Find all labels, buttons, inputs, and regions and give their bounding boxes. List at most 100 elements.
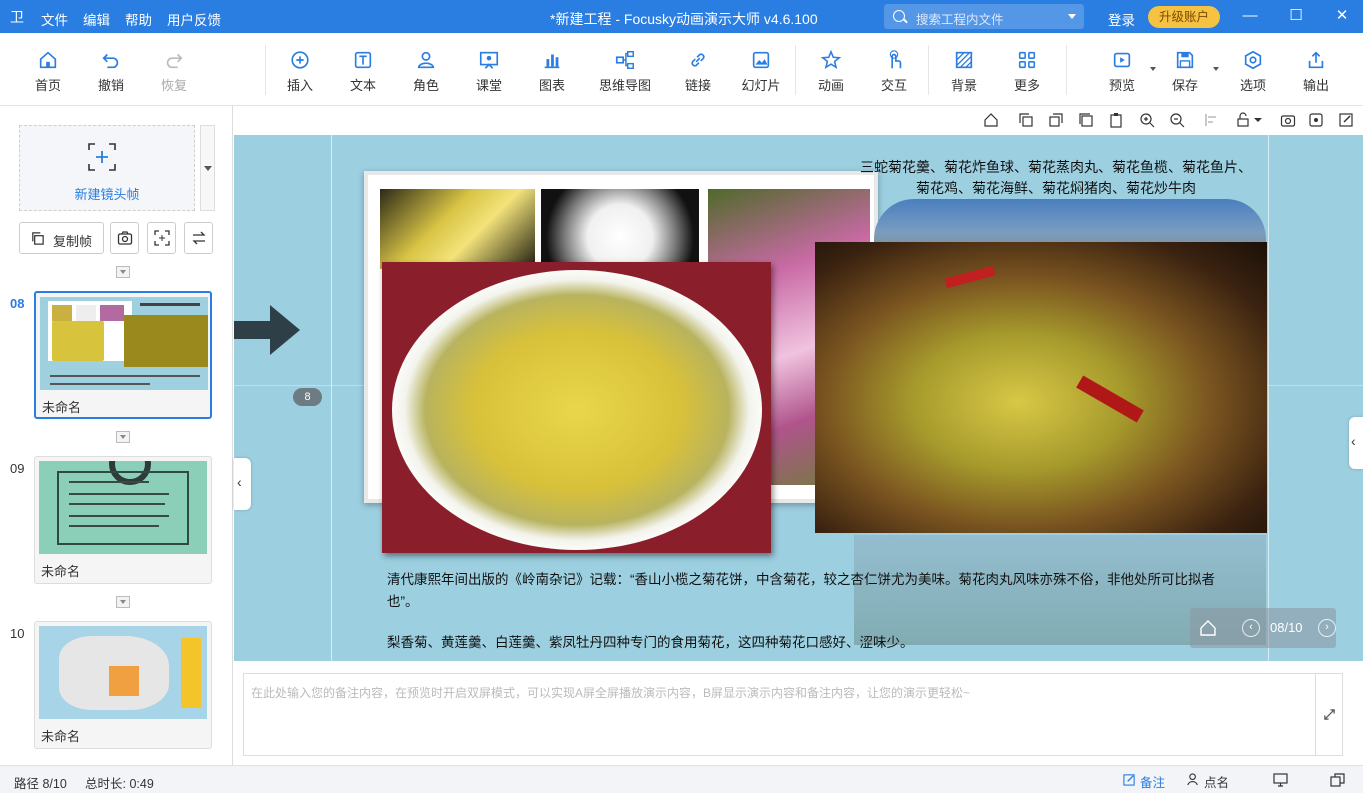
login-link[interactable]: 登录	[1108, 9, 1135, 29]
menu-file[interactable]: 文件	[41, 9, 68, 29]
slide-button[interactable]: 幻灯片	[731, 49, 791, 94]
link-icon	[691, 53, 705, 67]
expand-notes-button[interactable]	[1316, 673, 1343, 756]
collapse-sidebar-button[interactable]: ‹	[234, 458, 251, 510]
record-icon[interactable]	[1308, 112, 1324, 128]
paste-icon[interactable]	[1108, 112, 1124, 128]
transition-icon[interactable]	[116, 431, 130, 443]
character-button[interactable]: 角色	[396, 49, 456, 94]
lock-dropdown-icon[interactable]	[1253, 112, 1263, 128]
chrysanthemum-salad-image[interactable]	[382, 262, 771, 553]
animation-icon	[820, 49, 842, 70]
chrysanthemum-fish-dish-image[interactable]	[815, 242, 1267, 533]
more-button[interactable]: 更多	[997, 49, 1057, 94]
menu-help[interactable]: 帮助	[125, 9, 152, 29]
slide-paragraph-1[interactable]: 清代康熙年间出版的《岭南杂记》记载：“香山小榄之菊花饼，中含菊花，较之杏仁饼尤为…	[387, 569, 1257, 613]
arrow-right-shape[interactable]	[234, 305, 300, 355]
transition-icon[interactable]	[116, 266, 130, 278]
window-title: *新建工程 - Focusky动画演示大师 v4.6.100	[550, 11, 818, 27]
export-button[interactable]: 输出	[1286, 49, 1346, 94]
save-button[interactable]: 保存	[1155, 49, 1219, 94]
redo-button[interactable]: 恢复	[144, 49, 204, 94]
prev-page-icon[interactable]: ‹	[1242, 619, 1260, 637]
animation-button[interactable]: 动画	[801, 49, 861, 94]
page-navigator: ‹ 08/10 ›	[1190, 608, 1336, 648]
screen-icon[interactable]	[1273, 773, 1288, 787]
text-button[interactable]: 文本	[333, 49, 393, 94]
add-frame-icon	[88, 143, 116, 171]
export-icon	[1308, 51, 1324, 69]
redo-icon	[166, 53, 183, 69]
edit-icon[interactable]	[1338, 112, 1354, 128]
window-mode-icon[interactable]	[1330, 773, 1345, 787]
background-button[interactable]: 背景	[934, 49, 994, 94]
new-frame-dropdown[interactable]	[200, 125, 215, 211]
save-icon	[1176, 51, 1194, 69]
zoom-out-icon[interactable]	[1169, 112, 1185, 128]
slide-thumbnail-09[interactable]: 未命名	[34, 456, 212, 584]
link-button[interactable]: 链接	[668, 49, 728, 94]
save-dropdown-icon[interactable]	[1213, 67, 1219, 71]
copy-icon[interactable]	[1078, 112, 1094, 128]
options-button[interactable]: 选项	[1223, 49, 1283, 94]
snapshot-button[interactable]	[110, 222, 139, 254]
lock-icon[interactable]	[1235, 112, 1251, 128]
notes-placeholder: 在此处输入您的备注内容，在预览时开启双屏模式，可以实现A屏全屏播放演示内容，B屏…	[251, 686, 971, 700]
chart-button[interactable]: 图表	[522, 49, 582, 94]
yellow-chrysanthemum-image[interactable]	[380, 189, 535, 269]
zoom-in-icon[interactable]	[1139, 112, 1155, 128]
new-frame-button[interactable]: 新建镜头帧	[19, 125, 195, 211]
layer-up-icon[interactable]	[1018, 112, 1034, 128]
canvas-area: 8 三蛇菊花羹、菊花炸鱼球、菊花蒸肉丸、菊花鱼榄、菊花鱼片、 菊花鸡、菊花海鲜、…	[234, 106, 1363, 661]
interaction-button[interactable]: 交互	[864, 49, 924, 94]
layer-down-icon[interactable]	[1048, 112, 1064, 128]
search-box[interactable]: 搜索工程内文件	[884, 4, 1084, 29]
upgrade-button[interactable]: 升级账户	[1148, 6, 1220, 28]
slide-thumbnail-10[interactable]: 未命名	[34, 621, 212, 749]
preview-button[interactable]: 预览	[1092, 49, 1156, 94]
chevron-down-icon[interactable]	[1068, 14, 1076, 19]
fit-frame-button[interactable]	[147, 222, 176, 254]
notes-input[interactable]: 在此处输入您的备注内容，在预览时开启双屏模式，可以实现A屏全屏播放演示内容，B屏…	[243, 673, 1316, 756]
home-icon	[39, 51, 57, 69]
copy-frame-button[interactable]: 复制帧	[19, 222, 104, 254]
home-view-icon[interactable]	[983, 112, 999, 128]
slide-heading[interactable]: 三蛇菊花羹、菊花炸鱼球、菊花蒸肉丸、菊花鱼榄、菊花鱼片、 菊花鸡、菊花海鲜、菊花…	[846, 157, 1266, 199]
more-icon	[1018, 51, 1036, 69]
home-icon[interactable]	[1198, 618, 1218, 638]
screenshot-icon[interactable]	[1280, 112, 1296, 128]
menu-edit[interactable]: 编辑	[83, 9, 110, 29]
transition-icon[interactable]	[116, 596, 130, 608]
frame-number-badge[interactable]: 8	[293, 388, 322, 406]
slide-stage[interactable]: 8 三蛇菊花羹、菊花炸鱼球、菊花蒸肉丸、菊花鱼榄、菊花鱼片、 菊花鸡、菊花海鲜、…	[234, 135, 1363, 661]
interaction-icon	[889, 50, 902, 69]
slide-paragraph-2[interactable]: 梨香菊、黄莲羹、白莲羹、紫凤牡丹四种专门的食用菊花，这四种菊花口感好、涩味少。	[387, 631, 1257, 651]
guide-line	[1268, 135, 1269, 661]
menu-feedback[interactable]: 用户反馈	[167, 9, 221, 29]
status-bar: 路径 8/10 总时长: 0:49 备注 点名	[0, 765, 1363, 793]
search-placeholder: 搜索工程内文件	[916, 13, 1004, 27]
insert-icon	[291, 51, 309, 69]
mindmap-button[interactable]: 思维导图	[595, 49, 655, 94]
main-menu: 文件 编辑 帮助 用户反馈	[41, 9, 221, 29]
rollcall-label: 点名	[1204, 776, 1230, 790]
slide-preview	[39, 461, 207, 554]
insert-button[interactable]: 插入	[270, 49, 330, 94]
home-button[interactable]: 首页	[18, 49, 78, 94]
notes-label: 备注	[1140, 776, 1166, 790]
frame-sidebar: 新建镜头帧 复制帧 08 未命名 09 未命名 10 未命名	[0, 106, 233, 765]
minimize-icon[interactable]: —	[1240, 6, 1260, 26]
classroom-button[interactable]: 课堂	[459, 49, 519, 94]
align-icon[interactable]	[1204, 112, 1220, 128]
slide-icon	[752, 51, 770, 69]
next-page-icon[interactable]: ›	[1318, 619, 1336, 637]
slide-thumbnail-08[interactable]: 未命名	[34, 291, 212, 419]
maximize-icon[interactable]: ☐	[1286, 6, 1306, 26]
expand-right-panel-button[interactable]: ‹	[1349, 417, 1363, 469]
undo-button[interactable]: 撤销	[81, 49, 141, 94]
swap-frame-button[interactable]	[184, 222, 213, 254]
white-chrysanthemum-image[interactable]	[541, 189, 699, 269]
fit-icon	[154, 230, 170, 246]
options-icon	[1244, 50, 1262, 70]
close-icon[interactable]: ✕	[1332, 6, 1352, 26]
